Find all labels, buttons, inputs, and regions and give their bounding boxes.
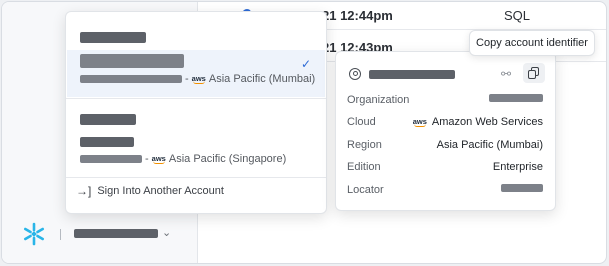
account-id-redacted	[80, 75, 182, 83]
detail-label: Region	[347, 139, 382, 151]
sign-in-another-account-button[interactable]: →] Sign Into Another Account	[76, 184, 224, 198]
card-header: ⚯	[347, 63, 545, 84]
account-region: Asia Pacific (Singapore)	[168, 153, 287, 165]
aws-logo-icon: aws	[191, 73, 206, 84]
aws-logo-icon: aws	[151, 153, 166, 164]
organization-redacted	[489, 94, 543, 102]
detail-row-locator: Locator	[347, 183, 543, 199]
provider-separator: -	[185, 73, 189, 85]
row-type: SQL	[504, 8, 531, 23]
detail-row-organization: Organization	[347, 93, 543, 109]
account-item[interactable]: - aws Asia Pacific (Singapore)	[67, 134, 325, 174]
account-item-selected[interactable]: - aws Asia Pacific (Mumbai) ✓	[67, 50, 325, 97]
group-title-redacted	[80, 114, 136, 125]
detail-label: Edition	[347, 161, 381, 173]
detail-row-region: Region Asia Pacific (Mumbai)	[347, 138, 543, 154]
divider	[66, 177, 326, 178]
detail-value: Asia Pacific (Mumbai)	[436, 139, 543, 151]
account-avatar-icon	[349, 68, 361, 80]
detail-value: aws Amazon Web Services	[412, 116, 543, 128]
aws-logo-icon: aws	[412, 116, 427, 127]
sign-in-icon: →]	[76, 184, 92, 198]
provider-separator: -	[145, 153, 149, 165]
checkmark-icon: ✓	[300, 57, 311, 71]
app-frame: 21 12:44pm SQL 21 12:43pm - aws Asia Pac…	[1, 1, 607, 264]
row-time: 21 12:44pm	[322, 8, 393, 23]
account-switcher[interactable]: ⌄	[22, 222, 182, 246]
separator	[60, 229, 61, 240]
divider	[66, 98, 326, 99]
detail-label: Organization	[347, 94, 410, 106]
account-name-redacted	[80, 54, 184, 68]
account-identifier-redacted	[369, 70, 455, 79]
copy-account-identifier-button[interactable]	[523, 63, 545, 83]
detail-value	[501, 184, 543, 192]
detail-row-cloud: Cloud aws Amazon Web Services	[347, 115, 543, 131]
copy-tooltip: Copy account identifier	[469, 30, 595, 56]
account-details-card: ⚯ Organization Cloud aws Amazon Web Serv…	[335, 51, 556, 211]
link-icon[interactable]: ⚯	[501, 67, 511, 81]
account-dropdown: - aws Asia Pacific (Mumbai) ✓ - aws Asia…	[65, 11, 327, 214]
account-sub: - aws Asia Pacific (Mumbai)	[80, 73, 315, 85]
detail-label: Locator	[347, 184, 384, 196]
detail-value: Enterprise	[492, 161, 543, 173]
current-account-redacted	[74, 229, 158, 238]
locator-redacted	[501, 184, 543, 192]
account-id-redacted	[80, 155, 142, 163]
account-sub: - aws Asia Pacific (Singapore)	[80, 153, 286, 165]
detail-label: Cloud	[347, 116, 376, 128]
snowflake-logo-icon	[23, 222, 45, 246]
detail-value	[489, 94, 543, 102]
sign-in-label: Sign Into Another Account	[97, 185, 224, 197]
account-region: Asia Pacific (Mumbai)	[208, 73, 316, 85]
chevron-down-icon: ⌄	[162, 227, 172, 239]
group-title-redacted	[80, 32, 146, 43]
account-name-redacted	[80, 137, 134, 147]
detail-row-edition: Edition Enterprise	[347, 160, 543, 176]
